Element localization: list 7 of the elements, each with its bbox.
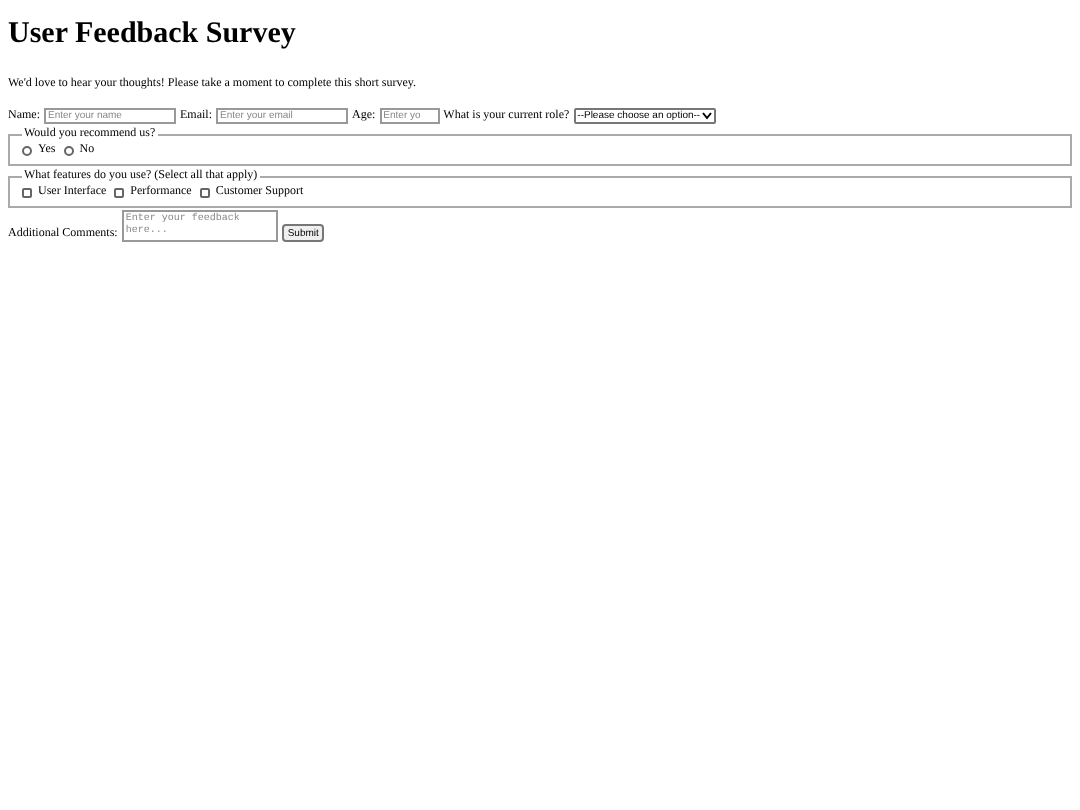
caret-icon <box>702 112 713 120</box>
checkbox[interactable] <box>22 187 32 197</box>
checkbox[interactable] <box>199 187 210 197</box>
page-title: User Feedback Survey <box>8 16 298 52</box>
checkbox[interactable] <box>114 187 125 197</box>
radio-button[interactable] <box>63 145 74 155</box>
radio-button[interactable] <box>22 145 32 155</box>
